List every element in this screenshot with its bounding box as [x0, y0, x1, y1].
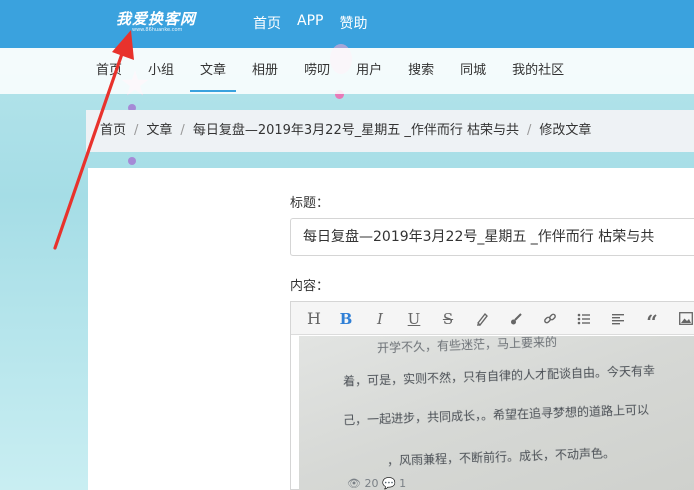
- red-arrow-annotation: [53, 30, 134, 250]
